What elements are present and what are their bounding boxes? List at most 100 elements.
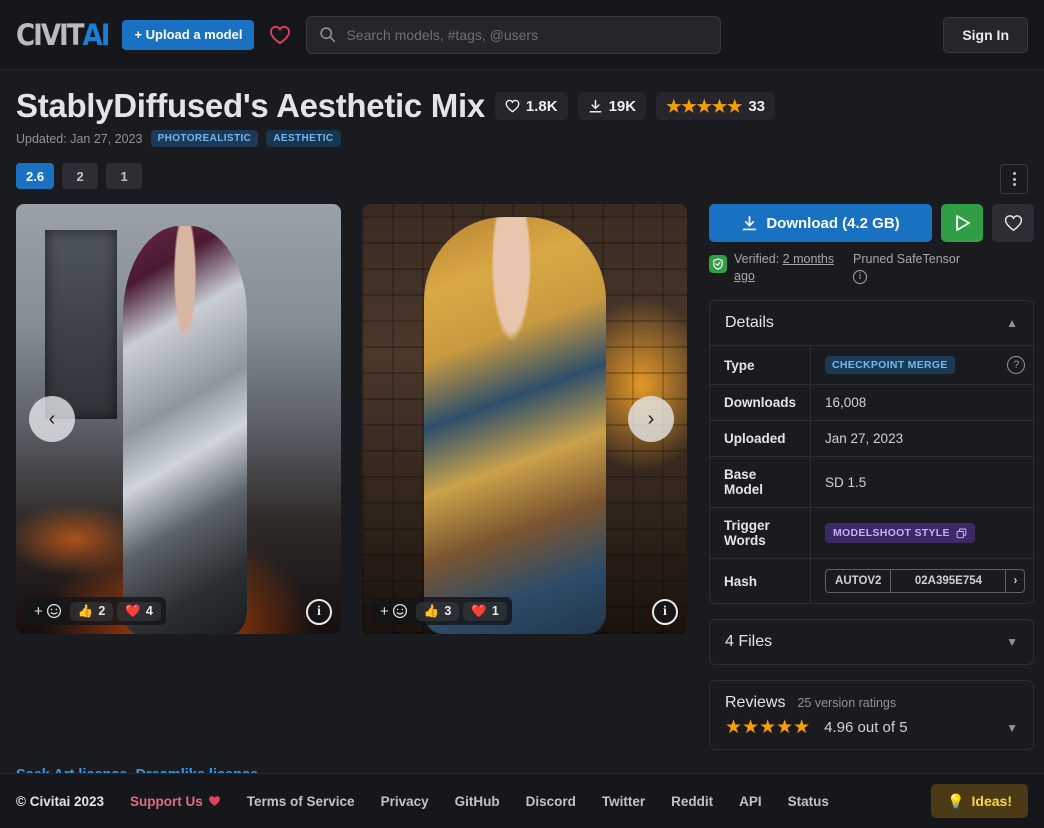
downloads-count: 19K [609,98,637,115]
logo-text-primary: CIVIT [16,18,83,52]
ideas-button[interactable]: 💡 Ideas! [931,784,1028,818]
footer-link-privacy[interactable]: Privacy [381,794,429,809]
hash-group: AUTOV2 02A395E754 › [825,569,1025,593]
details-label-base-model: Base Model [710,457,811,508]
main-area: ‹ + 👍 2 ❤️ [0,189,1044,750]
reviews-bottom: ★★★★★ 4.96 out of 5 ▼ [725,718,1018,737]
footer-link-discord[interactable]: Discord [526,794,576,809]
rating-stars: ★★★★★ [666,98,742,115]
search-bar[interactable] [306,16,721,54]
version-tab-2-6[interactable]: 2.6 [16,163,54,189]
details-value-base-model: SD 1.5 [811,457,1034,508]
files-panel: 4 Files ▼ [709,619,1034,665]
gallery-image-1[interactable]: ‹ + 👍 2 ❤️ [16,204,341,634]
upload-model-button[interactable]: + Upload a model [122,20,254,50]
details-value-downloads: 16,008 [811,385,1034,421]
footer-link-status[interactable]: Status [788,794,829,809]
heart-icon [1004,214,1023,232]
search-input[interactable] [346,27,708,43]
updated-date: Updated: Jan 27, 2023 [16,132,143,146]
civitai-logo[interactable]: CIVITAI [16,18,108,52]
copy-icon [956,528,967,539]
footer-link-twitter[interactable]: Twitter [602,794,645,809]
tag-photorealistic[interactable]: PHOTOREALISTIC [151,130,259,147]
reviews-panel-header[interactable]: Reviews 25 version ratings ★★★★★ 4.96 ou… [710,681,1033,749]
reaction-thumbsup-2[interactable]: 👍 3 [416,602,460,621]
version-tab-2[interactable]: 2 [62,163,98,189]
hash-value[interactable]: 02A395E754 [890,570,1006,592]
meta-row: Updated: Jan 27, 2023 PHOTOREALISTIC AES… [0,124,1044,147]
info-icon[interactable]: i [853,270,867,284]
copyright: © Civitai 2023 [16,794,104,809]
reviews-top: Reviews 25 version ratings [725,694,1018,712]
download-button[interactable]: Download (4.2 GB) [709,204,932,242]
image-gallery: ‹ + 👍 2 ❤️ [16,204,687,634]
hash-next-button[interactable]: › [1006,570,1024,592]
thumbsup-icon: 👍 [424,604,440,619]
gallery-image-2[interactable]: › + 👍 3 ❤️ [362,204,687,634]
reaction-heart-1[interactable]: ❤️ 4 [117,602,161,621]
details-label-trigger-words: Trigger Words [710,508,811,559]
carousel-prev-button[interactable]: ‹ [29,396,75,442]
rating-count: 33 [748,98,765,115]
favorite-model-button[interactable] [992,204,1034,242]
thumbsup-icon: 👍 [78,604,94,619]
model-sidebar: Download (4.2 GB) [709,204,1034,750]
thumbsup-count: 3 [444,604,451,618]
footer-link-reddit[interactable]: Reddit [671,794,713,809]
add-reaction-button-2[interactable]: + [374,603,414,620]
page-root: CIVITAI + Upload a model Sign In StablyD… [0,0,1044,828]
search-icon [319,26,336,43]
plus-icon: + [34,603,43,620]
details-title: Details [725,314,774,332]
dot [1013,172,1016,175]
trigger-word-badge[interactable]: MODELSHOOT STYLE [825,523,975,543]
reviews-subtitle: 25 version ratings [797,696,896,710]
reaction-heart-2[interactable]: ❤️ 1 [463,602,507,621]
site-header: CIVITAI + Upload a model Sign In [0,0,1044,70]
help-icon[interactable]: ? [1007,356,1025,374]
type-badge[interactable]: CHECKPOINT MERGE [825,356,955,374]
reviews-score: 4.96 out of 5 [824,719,907,736]
site-footer: © Civitai 2023 Support Us Terms of Servi… [0,773,1044,828]
carousel-next-button[interactable]: › [628,396,674,442]
files-panel-header[interactable]: 4 Files ▼ [710,620,1033,664]
trigger-word-text: MODELSHOOT STYLE [833,527,950,539]
heart-count: 4 [146,604,153,618]
heart-count: 1 [492,604,499,618]
pruned-label: Pruned SafeTensor [853,251,960,268]
footer-link-terms-of-service[interactable]: Terms of Service [247,794,355,809]
verified-row: Verified: 2 months ago Pruned SafeTensor… [709,251,1034,285]
stat-likes[interactable]: 1.8K [495,92,568,120]
verified-text: Verified: 2 months ago [734,251,846,285]
page-title: StablyDiffused's Aesthetic Mix [16,88,485,124]
table-row: Downloads 16,008 [710,385,1034,421]
version-tabs: 2.6 2 1 [0,147,1044,189]
sign-in-button[interactable]: Sign In [943,17,1028,53]
download-row: Download (4.2 GB) [709,204,1034,242]
support-us-link[interactable]: Support Us [130,794,221,809]
favorites-heart-icon[interactable] [268,23,292,47]
reaction-thumbsup-1[interactable]: 👍 2 [70,602,114,621]
chevron-down-icon: ▼ [1006,721,1018,735]
files-title: 4 Files [725,633,772,651]
more-options-button[interactable] [1000,164,1028,194]
details-panel-header[interactable]: Details ▲ [710,301,1033,345]
upload-model-label: + Upload a model [134,27,242,42]
footer-link-api[interactable]: API [739,794,762,809]
version-tab-1[interactable]: 1 [106,163,142,189]
table-row: Base Model SD 1.5 [710,457,1034,508]
play-icon [952,213,972,233]
page-content: StablyDiffused's Aesthetic Mix 1.8K 19K … [0,70,1044,828]
stat-rating[interactable]: ★★★★★ 33 [656,92,775,120]
lightbulb-icon: 💡 [947,793,964,810]
reviews-panel: Reviews 25 version ratings ★★★★★ 4.96 ou… [709,680,1034,750]
footer-link-github[interactable]: GitHub [455,794,500,809]
run-model-button[interactable] [941,204,983,242]
logo-text-accent: AI [83,18,109,52]
add-reaction-button-1[interactable]: + [28,603,68,620]
smiley-icon [46,603,62,619]
heart-icon: ❤️ [471,604,487,619]
tag-aesthetic[interactable]: AESTHETIC [266,130,340,147]
stat-downloads[interactable]: 19K [578,92,647,120]
